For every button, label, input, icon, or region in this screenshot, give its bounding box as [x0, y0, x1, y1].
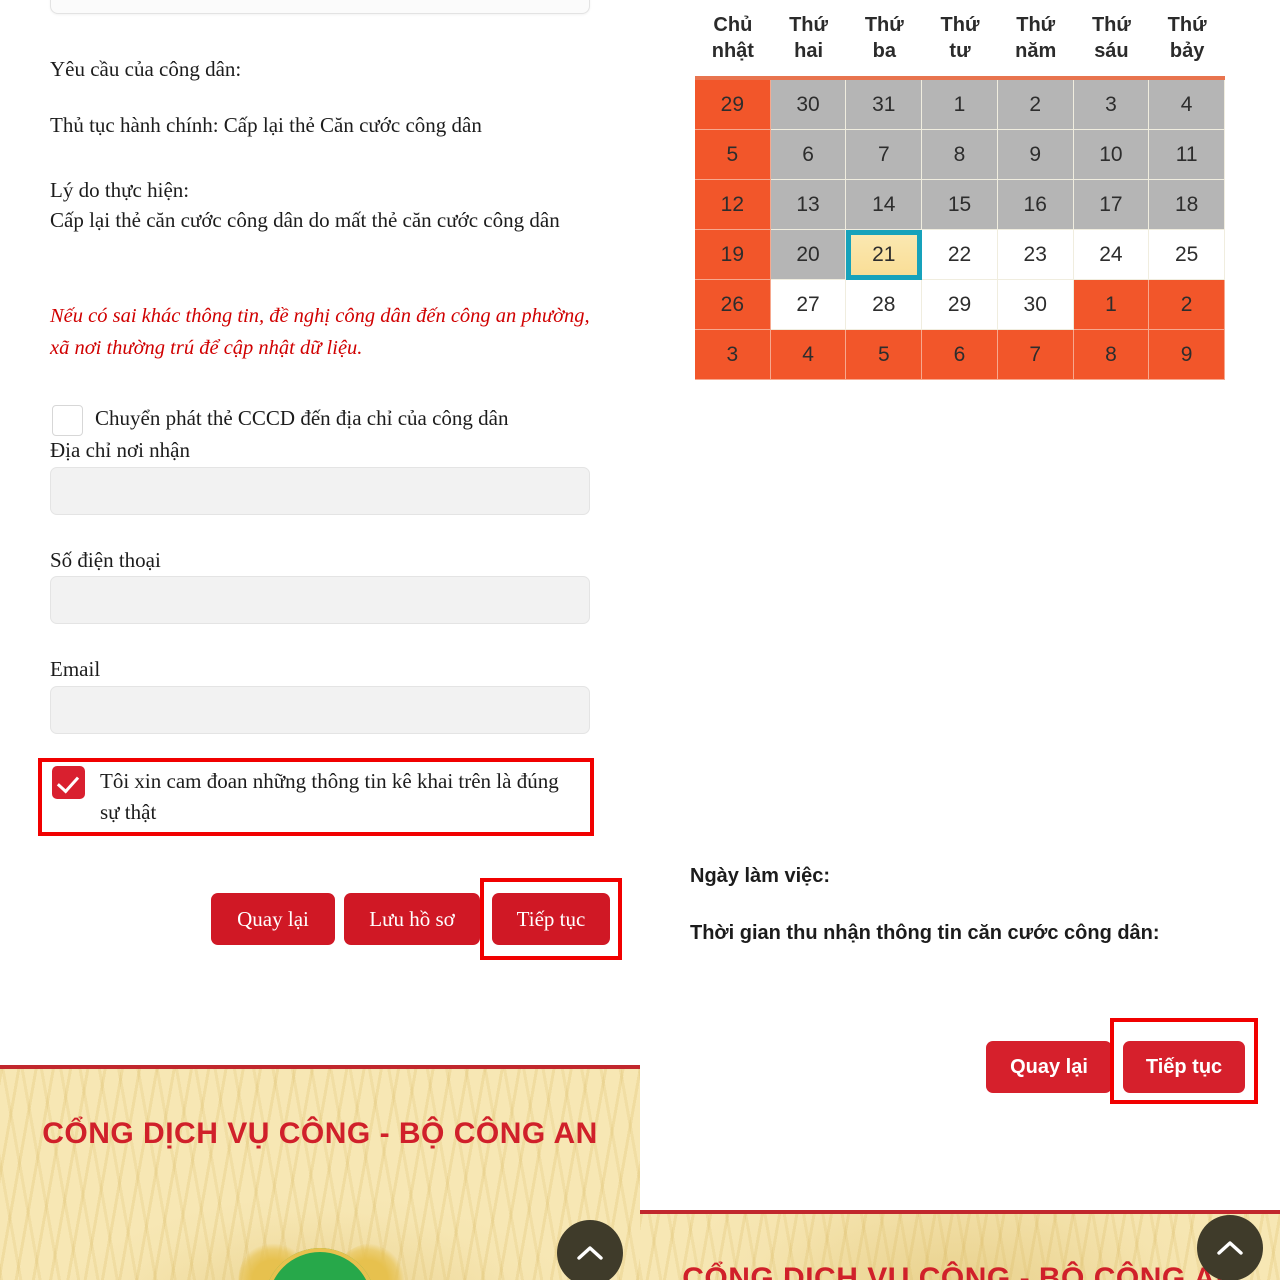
calendar-day-cell: 26	[695, 280, 771, 330]
email-input[interactable]	[50, 686, 590, 734]
calendar-day-cell: 8	[1073, 330, 1150, 380]
address-label: Địa chỉ nơi nhận	[50, 438, 190, 462]
calendar-day-cell[interactable]: 24	[1073, 230, 1150, 280]
calendar-day-cell: 4	[1149, 80, 1225, 130]
calendar-day-cell[interactable]: 29	[922, 280, 998, 330]
previous-field-input[interactable]	[50, 0, 590, 14]
calendar-weekday-4: Thứ năm	[1015, 14, 1057, 62]
calendar-day-cell: 31	[846, 80, 923, 130]
calendar-grid[interactable]: 29 30 31 1 2 3 4 5 6 7 8 9 10 11 12 13 14 15 16 17 18 19 20 21 2…	[695, 80, 1225, 380]
request-heading: Yêu cầu của công dân:	[50, 57, 242, 81]
calendar-day-cell: 2	[1149, 280, 1225, 330]
calendar-day-cell: 2	[997, 80, 1074, 130]
calendar-day-cell[interactable]: 28	[846, 280, 923, 330]
calendar-day-cell: 3	[1073, 80, 1150, 130]
calendar-day-cell[interactable]: 25	[1149, 230, 1225, 280]
continue-button-left[interactable]: Tiếp tục	[492, 893, 610, 945]
footer-banner-right: CỔNG DỊCH VỤ CÔNG - BỘ CÔNG AN	[640, 1210, 1280, 1280]
working-day-label: Ngày làm việc:	[690, 865, 831, 887]
chevron-up-icon	[1217, 1241, 1243, 1255]
calendar-day-cell: 11	[1149, 130, 1225, 180]
calendar-day-cell: 8	[922, 130, 998, 180]
calendar-day-cell: 10	[1073, 130, 1150, 180]
calendar-day-cell: 20	[770, 230, 847, 280]
left-form-panel: Yêu cầu của công dân: Thủ tục hành chính…	[0, 0, 640, 1065]
procedure-line: Thủ tục hành chính: Cấp lại thẻ Căn cước…	[50, 113, 482, 137]
email-label: Email	[50, 657, 101, 681]
calendar-day-cell: 9	[1149, 330, 1225, 380]
phone-input[interactable]	[50, 576, 590, 624]
footer-banner-left: CỔNG DỊCH VỤ CÔNG - BỘ CÔNG AN ★	[0, 1065, 640, 1280]
calendar-weekday-header: Chủ nhật Thứ hai Thứ ba Thứ tư Thứ năm Thứ sáu Thứ bả…	[695, 0, 1225, 76]
chevron-up-icon	[577, 1246, 603, 1260]
calendar-day-cell: 29	[695, 80, 771, 130]
address-input[interactable]	[50, 467, 590, 515]
scroll-to-top-button-right[interactable]	[1197, 1215, 1263, 1280]
pledge-label: Tôi xin cam đoan những thông tin kê khai…	[100, 769, 559, 824]
calendar-day-cell: 18	[1149, 180, 1225, 230]
calendar-day-cell: 7	[846, 130, 923, 180]
calendar-day-cell: 4	[770, 330, 847, 380]
appointment-calendar[interactable]: Chủ nhật Thứ hai Thứ ba Thứ tư Thứ năm Thứ sáu Thứ bả…	[695, 0, 1225, 380]
calendar-day-cell[interactable]: 21	[846, 230, 923, 280]
calendar-weekday-1: Thứ hai	[789, 14, 829, 62]
delivery-checkbox[interactable]	[52, 405, 83, 436]
calendar-day-cell[interactable]: 23	[997, 230, 1074, 280]
mismatch-warning: Nếu có sai khác thông tin, đề nghị công …	[50, 305, 590, 359]
calendar-weekday-5: Thứ sáu	[1091, 14, 1131, 62]
reason-text: Cấp lại thẻ căn cước công dân do mất thẻ…	[50, 208, 560, 232]
calendar-weekday-6: Thứ bảy	[1167, 14, 1207, 62]
save-draft-button[interactable]: Lưu hồ sơ	[344, 893, 480, 945]
calendar-day-cell: 14	[846, 180, 923, 230]
calendar-day-cell[interactable]: 27	[770, 280, 847, 330]
reason-heading: Lý do thực hiện:	[50, 178, 190, 202]
phone-label: Số điện thoại	[50, 548, 161, 572]
calendar-day-cell: 5	[695, 130, 771, 180]
calendar-day-cell: 19	[695, 230, 771, 280]
right-appointment-panel: Chủ nhật Thứ hai Thứ ba Thứ tư Thứ năm Thứ sáu Thứ bả…	[640, 0, 1280, 1210]
calendar-day-cell: 9	[997, 130, 1074, 180]
back-button-left[interactable]: Quay lại	[211, 893, 335, 945]
banner-title-left: CỔNG DỊCH VỤ CÔNG - BỘ CÔNG AN	[42, 1117, 598, 1150]
calendar-day-cell: 7	[997, 330, 1074, 380]
calendar-day-cell: 13	[770, 180, 847, 230]
calendar-weekday-2: Thứ ba	[864, 14, 904, 62]
delivery-checkbox-label: Chuyển phát thẻ CCCD đến địa chỉ của côn…	[95, 406, 509, 430]
page-root: Yêu cầu của công dân: Thủ tục hành chính…	[0, 0, 1280, 1280]
scroll-to-top-button-left[interactable]	[557, 1220, 623, 1280]
calendar-day-cell: 15	[922, 180, 998, 230]
national-emblem-left: ★	[225, 1231, 415, 1280]
pledge-checkbox[interactable]	[52, 766, 85, 799]
calendar-day-cell: 12	[695, 180, 771, 230]
calendar-day-cell: 6	[770, 130, 847, 180]
continue-button-right[interactable]: Tiếp tục	[1123, 1041, 1245, 1093]
back-button-right[interactable]: Quay lại	[986, 1041, 1112, 1093]
calendar-day-cell: 17	[1073, 180, 1150, 230]
calendar-weekday-3: Thứ tư	[940, 14, 980, 62]
calendar-day-cell: 3	[695, 330, 771, 380]
calendar-day-cell: 1	[922, 80, 998, 130]
reception-time-label: Thời gian thu nhận thông tin căn cước cô…	[690, 922, 1160, 944]
calendar-day-cell: 1	[1073, 280, 1150, 330]
calendar-day-cell: 30	[770, 80, 847, 130]
banner-title-right: CỔNG DỊCH VỤ CÔNG - BỘ CÔNG AN	[682, 1262, 1238, 1280]
calendar-day-cell: 16	[997, 180, 1074, 230]
calendar-day-cell: 5	[846, 330, 923, 380]
calendar-day-cell: 6	[922, 330, 998, 380]
calendar-day-cell[interactable]: 30	[997, 280, 1074, 330]
calendar-weekday-0: Chủ nhật	[711, 14, 754, 62]
calendar-day-cell[interactable]: 22	[922, 230, 998, 280]
